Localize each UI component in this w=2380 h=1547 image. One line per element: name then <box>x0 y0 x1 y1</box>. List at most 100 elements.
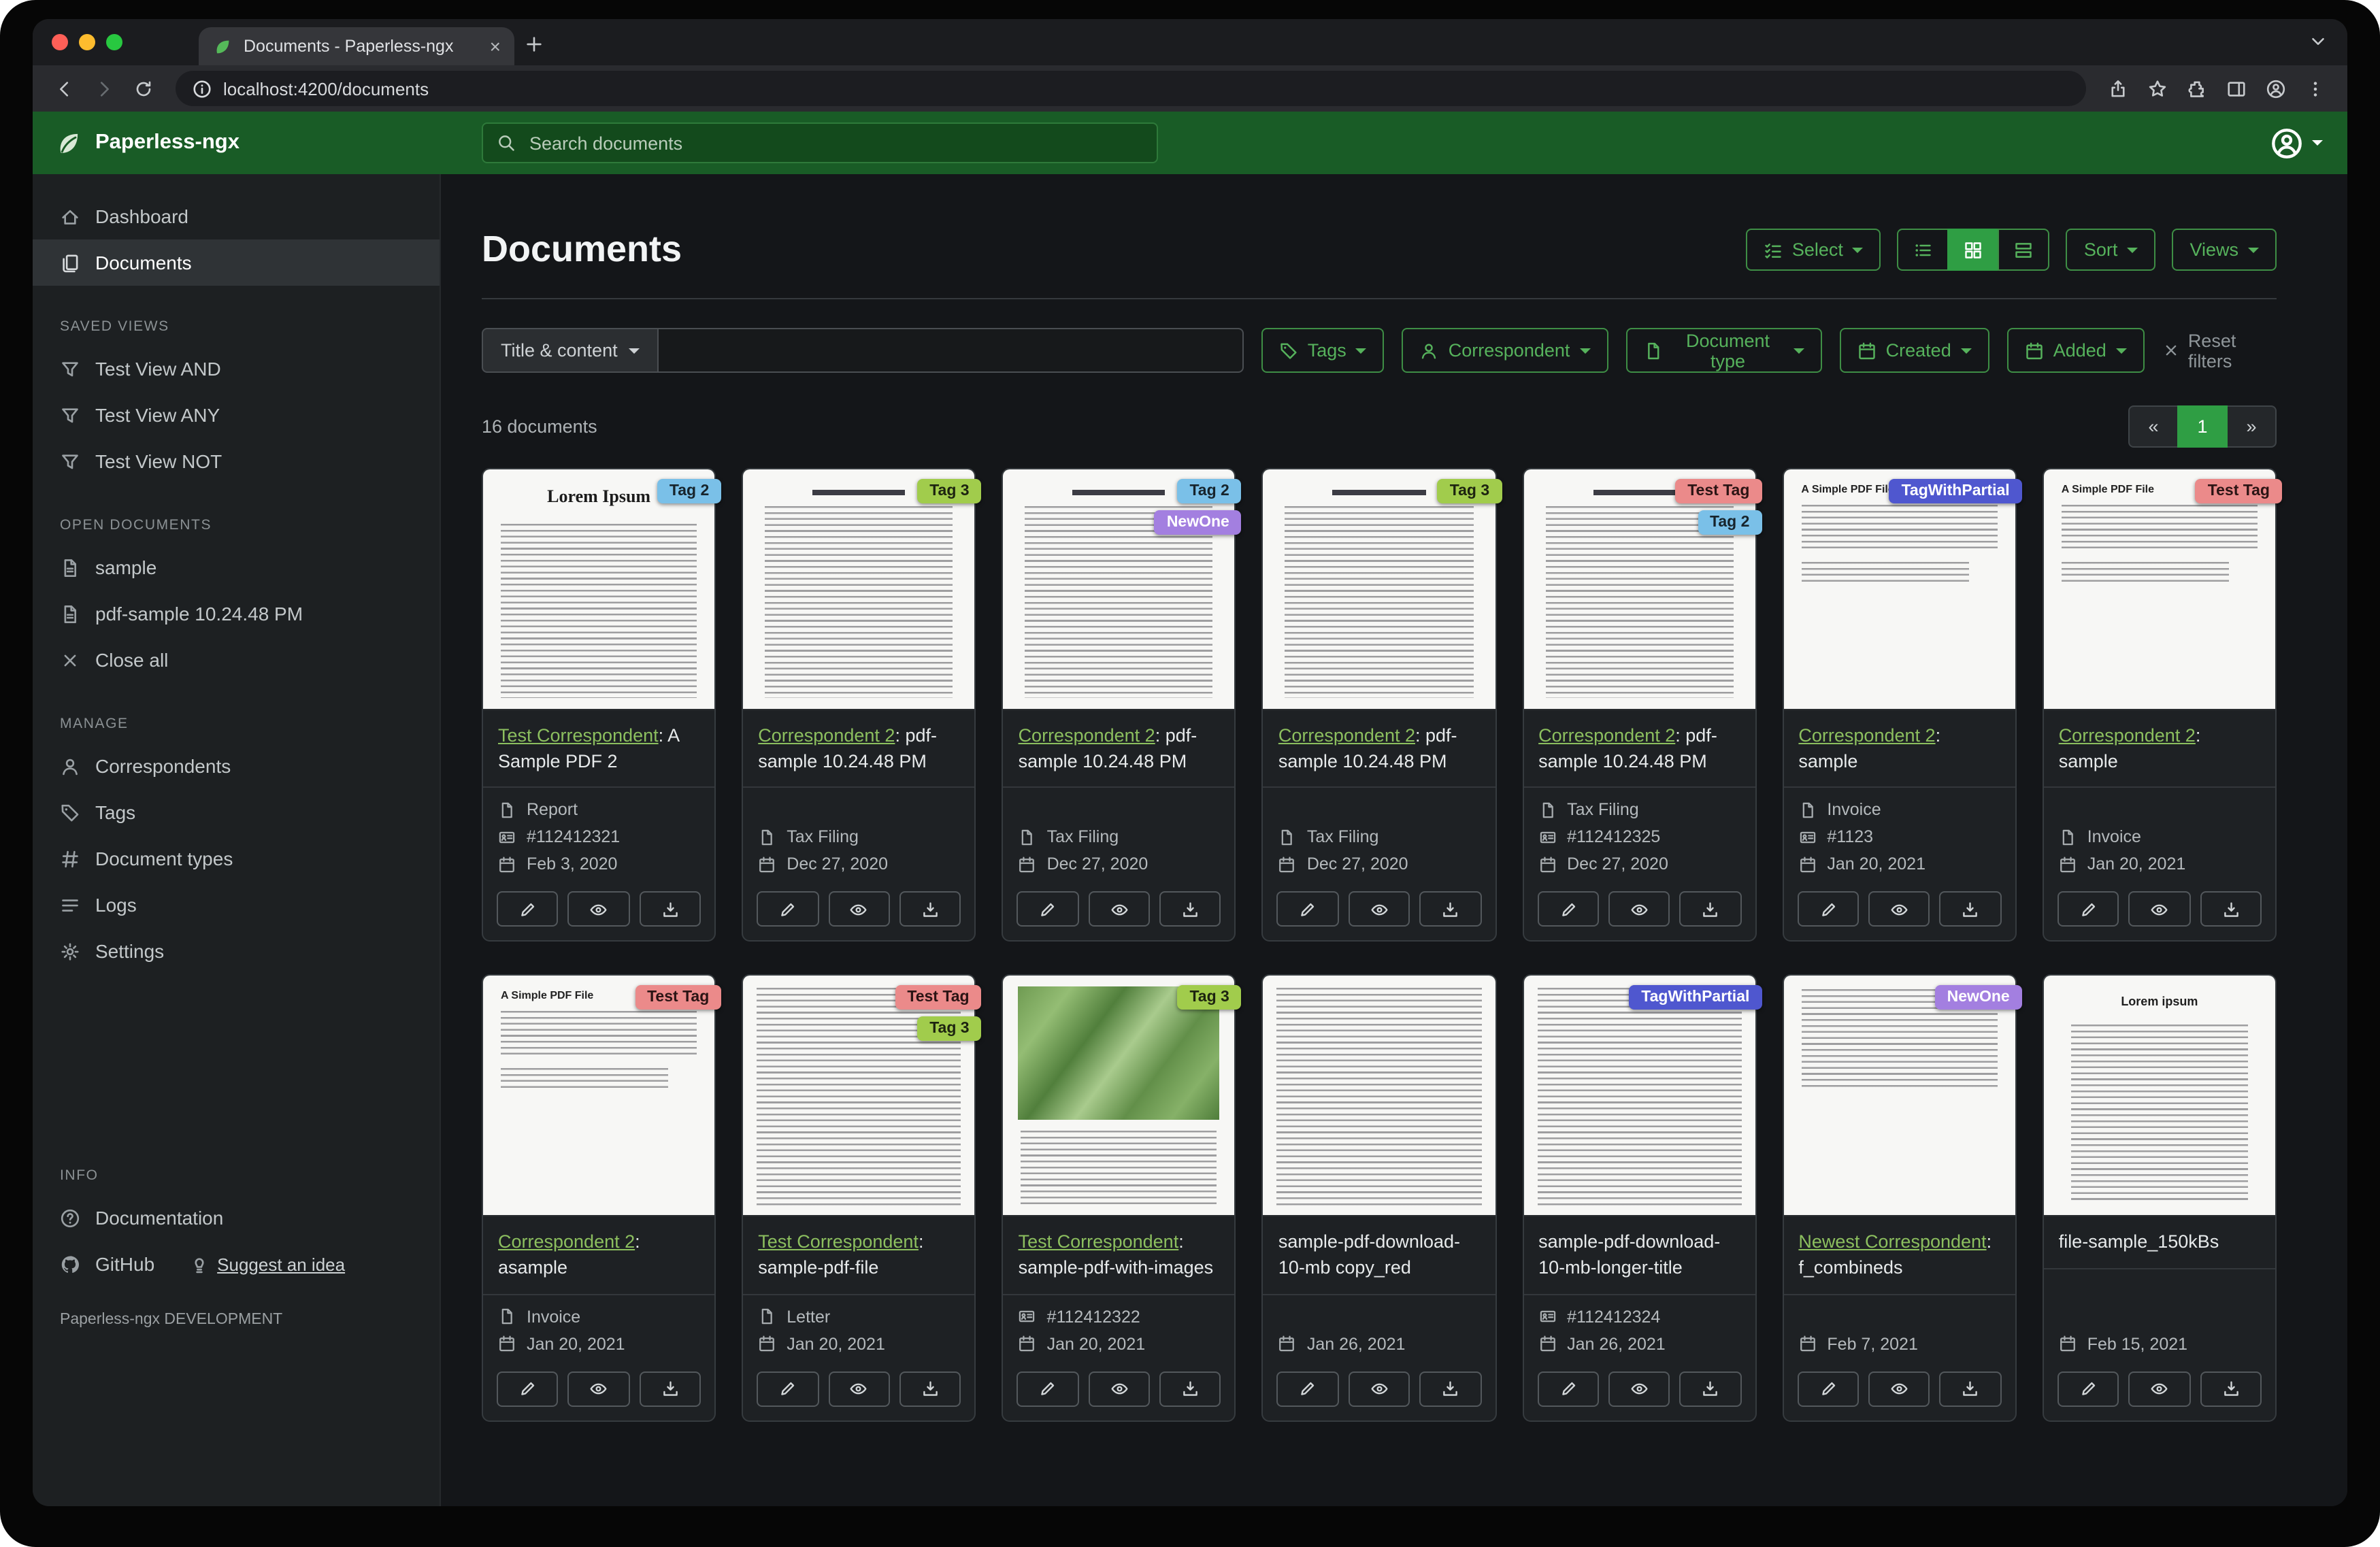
document-thumbnail[interactable]: Tag 3 <box>1004 976 1235 1217</box>
document-thumbnail[interactable]: Tag 3 <box>743 469 974 710</box>
document-card[interactable]: A Simple PDF File Test Tag Correspondent… <box>2043 468 2277 942</box>
download-button[interactable] <box>1419 892 1481 927</box>
sidebar-item-settings[interactable]: Settings <box>33 928 440 974</box>
edit-button[interactable] <box>1797 1371 1859 1406</box>
edit-button[interactable] <box>2057 892 2119 927</box>
download-button[interactable] <box>1159 1371 1221 1406</box>
tag-badge[interactable]: Test Tag <box>1675 479 1762 503</box>
document-thumbnail[interactable]: A Simple PDF File Test Tag <box>483 976 714 1217</box>
close-window-button[interactable] <box>52 34 68 50</box>
view-button[interactable] <box>828 892 890 927</box>
browser-menu-button[interactable] <box>2297 70 2334 107</box>
search-input[interactable] <box>527 131 1143 154</box>
brand[interactable]: Paperless-ngx <box>33 129 261 157</box>
tag-badge[interactable]: Test Tag <box>895 986 981 1010</box>
correspondent-link[interactable]: Correspondent 2 <box>1538 725 1675 746</box>
document-card[interactable]: TagWithPartial sample-pdf-download-10-mb… <box>1522 975 1756 1422</box>
document-card[interactable]: Tag 3 Correspondent 2: pdf-sample 10.24.… <box>1262 468 1496 942</box>
tag-badge[interactable]: Test Tag <box>635 986 721 1010</box>
tab-close-icon[interactable]: × <box>490 37 501 56</box>
document-card[interactable]: A Simple PDF File Test Tag Correspondent… <box>482 975 716 1422</box>
tag-badge[interactable]: TagWithPartial <box>1629 986 1762 1010</box>
document-thumbnail[interactable]: Lorem ipsum <box>2044 976 2275 1217</box>
new-tab-button[interactable] <box>514 24 552 63</box>
download-button[interactable] <box>2200 892 2262 927</box>
grid-view-button[interactable] <box>1948 229 2000 271</box>
address-bar[interactable]: localhost:4200/documents <box>176 71 2086 106</box>
global-search[interactable] <box>482 122 1158 163</box>
download-button[interactable] <box>1680 892 1742 927</box>
extensions-button[interactable] <box>2179 70 2215 107</box>
correspondent-link[interactable]: Correspondent 2 <box>2059 725 2196 746</box>
tags-filter-button[interactable]: Tags <box>1261 328 1385 373</box>
document-card[interactable]: Test TagTag 3 Test Correspondent: sample… <box>742 975 976 1422</box>
correspondent-filter-button[interactable]: Correspondent <box>1402 328 1608 373</box>
view-button[interactable] <box>1349 1371 1410 1406</box>
detail-view-button[interactable] <box>1998 229 2050 271</box>
next-page-button[interactable]: » <box>2226 405 2277 448</box>
download-button[interactable] <box>640 892 701 927</box>
back-button[interactable] <box>46 70 83 107</box>
sidebar-item-github[interactable]: GitHubSuggest an idea <box>33 1241 440 1287</box>
document-thumbnail[interactable]: Test TagTag 2 <box>1523 469 1755 710</box>
tag-badge[interactable]: Tag 3 <box>1177 986 1241 1010</box>
correspondent-link[interactable]: Correspondent 2 <box>758 725 895 746</box>
sidebar-item-test-view-any[interactable]: Test View ANY <box>33 392 440 438</box>
zoom-window-button[interactable] <box>106 34 122 50</box>
document-card[interactable]: A Simple PDF File TagWithPartial Corresp… <box>1782 468 2016 942</box>
sidebar-item-logs[interactable]: Logs <box>33 882 440 928</box>
document-card[interactable]: sample-pdf-download-10-mb copy_red Jan 2… <box>1262 975 1496 1422</box>
forward-button[interactable] <box>86 70 122 107</box>
document-card[interactable]: NewOne Newest Correspondent: f_combineds… <box>1782 975 2016 1422</box>
tag-badge[interactable]: Tag 3 <box>917 1017 981 1042</box>
view-button[interactable] <box>1608 1371 1670 1406</box>
document-card[interactable]: Tag 3 Test Correspondent: sample-pdf-wit… <box>1002 975 1236 1422</box>
view-button[interactable] <box>1088 1371 1150 1406</box>
edit-button[interactable] <box>2057 1371 2119 1406</box>
download-button[interactable] <box>640 1371 701 1406</box>
edit-button[interactable] <box>757 892 819 927</box>
document-thumbnail[interactable]: Lorem Ipsum Tag 2 <box>483 469 714 710</box>
view-button[interactable] <box>1608 892 1670 927</box>
tag-badge[interactable]: Tag 2 <box>657 479 721 503</box>
correspondent-link[interactable]: Test Correspondent <box>1019 1232 1179 1252</box>
view-button[interactable] <box>1868 1371 1930 1406</box>
view-button[interactable] <box>568 892 630 927</box>
side-panel-button[interactable] <box>2218 70 2255 107</box>
correspondent-link[interactable]: Newest Correspondent <box>1798 1232 1986 1252</box>
correspondent-link[interactable]: Test Correspondent <box>758 1232 919 1252</box>
title-content-input[interactable] <box>659 328 1244 373</box>
site-info-icon[interactable] <box>192 78 212 99</box>
bookmark-button[interactable] <box>2139 70 2176 107</box>
correspondent-link[interactable]: Correspondent 2 <box>498 1232 635 1252</box>
sidebar-item-sample[interactable]: sample <box>33 544 440 590</box>
tag-badge[interactable]: Tag 3 <box>1438 479 1502 503</box>
sidebar-item-correspondents[interactable]: Correspondents <box>33 743 440 789</box>
download-button[interactable] <box>899 892 961 927</box>
document-type-filter-button[interactable]: Document type <box>1625 328 1821 373</box>
sidebar-item-dashboard[interactable]: Dashboard <box>33 193 440 239</box>
download-button[interactable] <box>1159 892 1221 927</box>
sidebar-item-test-view-not[interactable]: Test View NOT <box>33 438 440 484</box>
edit-button[interactable] <box>757 1371 819 1406</box>
correspondent-link[interactable]: Correspondent 2 <box>1798 725 1935 746</box>
prev-page-button[interactable]: « <box>2128 405 2179 448</box>
correspondent-link[interactable]: Test Correspondent <box>498 725 659 746</box>
select-button[interactable]: Select <box>1746 229 1881 271</box>
sidebar-item-documentation[interactable]: Documentation <box>33 1195 440 1241</box>
document-thumbnail[interactable]: NewOne <box>1783 976 2015 1217</box>
document-thumbnail[interactable]: Tag 2NewOne <box>1004 469 1235 710</box>
document-thumbnail[interactable]: Test TagTag 3 <box>743 976 974 1217</box>
edit-button[interactable] <box>1277 892 1339 927</box>
download-button[interactable] <box>1419 1371 1481 1406</box>
document-card[interactable]: Tag 3 Correspondent 2: pdf-sample 10.24.… <box>742 468 976 942</box>
page-1-button[interactable]: 1 <box>2177 405 2228 448</box>
sidebar-item-tags[interactable]: Tags <box>33 789 440 835</box>
edit-button[interactable] <box>497 892 559 927</box>
browser-tab[interactable]: Documents - Paperless-ngx × <box>199 27 514 65</box>
document-card[interactable]: Tag 2NewOne Correspondent 2: pdf-sample … <box>1002 468 1236 942</box>
views-button[interactable]: Views <box>2172 229 2277 271</box>
correspondent-link[interactable]: Correspondent 2 <box>1278 725 1415 746</box>
edit-button[interactable] <box>1277 1371 1339 1406</box>
edit-button[interactable] <box>1017 1371 1079 1406</box>
